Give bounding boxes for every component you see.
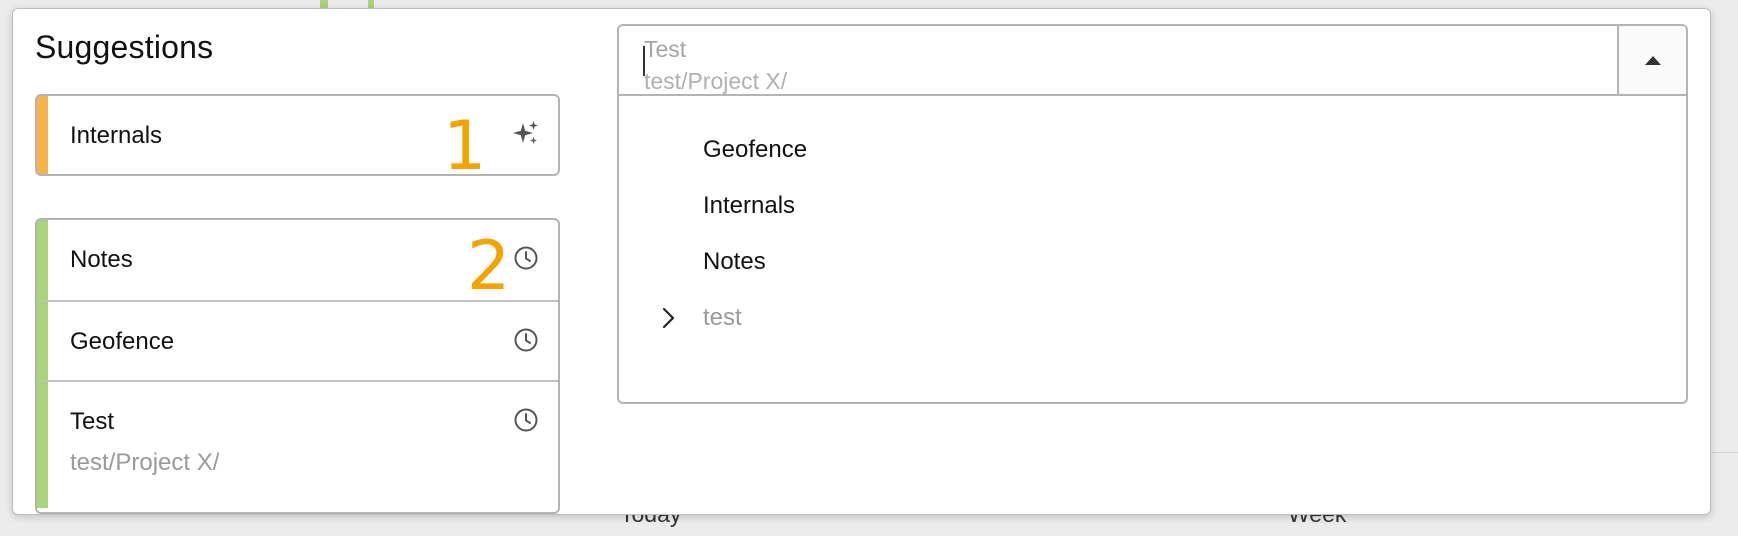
combobox-toggle-button[interactable] xyxy=(1617,26,1686,96)
suggestion-item-test[interactable]: Test test/Project X/ xyxy=(37,380,558,508)
annotation-marker-1: 1 xyxy=(443,107,487,186)
clock-icon xyxy=(512,244,540,272)
suggestion-item-path: test/Project X/ xyxy=(70,449,220,476)
suggestion-item-label: Internals xyxy=(70,122,163,149)
clock-icon xyxy=(512,406,540,434)
combobox-placeholder-title: Test xyxy=(644,36,687,62)
background-divider xyxy=(1712,452,1738,453)
clock-icon xyxy=(512,326,540,354)
project-combobox: Test test/Project X/ Geofence Internals … xyxy=(617,24,1688,404)
sparkles-icon xyxy=(512,120,540,148)
option-label: Geofence xyxy=(703,136,808,163)
combobox-input[interactable]: Test test/Project X/ xyxy=(619,26,1619,96)
option-label: Notes xyxy=(703,248,766,275)
suggestion-item-geofence[interactable]: Geofence xyxy=(37,300,558,380)
suggestion-item-label: Geofence xyxy=(70,328,175,355)
option-label: Internals xyxy=(703,192,796,219)
caret-up-icon xyxy=(1644,55,1661,65)
option-geofence[interactable]: Geofence xyxy=(619,122,1686,178)
suggestions-title: Suggestions xyxy=(35,29,214,65)
suggestions-popup: Suggestions Internals Notes Geofence Tes… xyxy=(12,8,1711,515)
annotation-marker-2: 2 xyxy=(467,227,511,306)
suggestion-item-label: Notes xyxy=(70,246,133,273)
combobox-placeholder-path: test/Project X/ xyxy=(644,68,788,94)
suggestion-item-label: Test xyxy=(70,408,115,435)
option-notes[interactable]: Notes xyxy=(619,234,1686,290)
chevron-right-icon[interactable] xyxy=(657,306,681,330)
option-internals[interactable]: Internals xyxy=(619,178,1686,234)
option-label: test xyxy=(703,304,742,331)
option-test[interactable]: test xyxy=(619,290,1686,346)
